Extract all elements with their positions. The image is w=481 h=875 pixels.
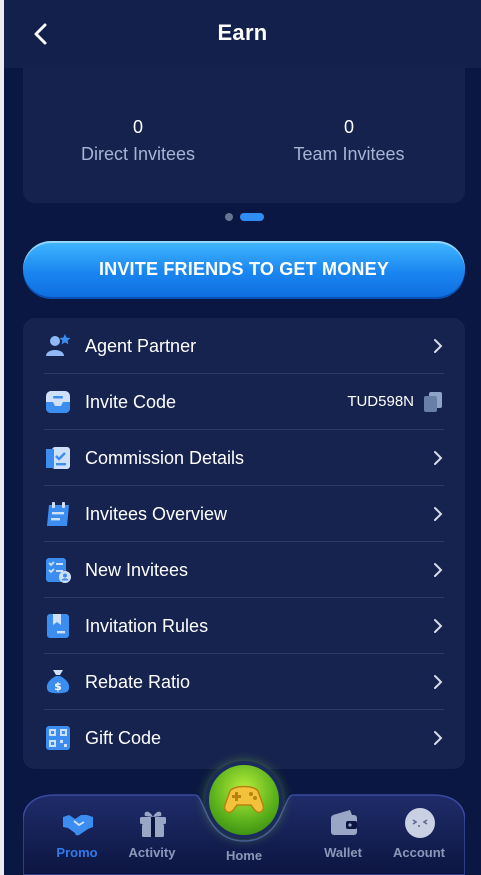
chevron-right-icon bbox=[434, 563, 443, 577]
tab-account[interactable]: Account bbox=[382, 793, 456, 875]
menu-item-label: Invite Code bbox=[85, 392, 177, 412]
commission-icon bbox=[46, 447, 70, 469]
page-title: Earn bbox=[217, 20, 268, 45]
menu-item-gift-code[interactable]: Gift Code bbox=[44, 710, 444, 766]
top-bar: Earn bbox=[4, 0, 481, 68]
team-invitees-count: 0 bbox=[343, 117, 354, 137]
tab-label: Wallet bbox=[324, 845, 362, 860]
carousel-dot-active[interactable] bbox=[240, 213, 264, 221]
gift-icon bbox=[140, 811, 166, 837]
menu-item-agent-partner[interactable]: Agent Partner bbox=[44, 318, 444, 374]
chevron-right-icon bbox=[434, 339, 443, 353]
tab-home[interactable]: Home bbox=[207, 765, 281, 875]
rules-icon bbox=[47, 614, 69, 638]
chevron-right-icon bbox=[434, 731, 443, 745]
team-invitees-label: Team Invitees bbox=[293, 144, 405, 164]
tab-label: Promo bbox=[56, 845, 98, 860]
tab-label: Account bbox=[393, 845, 445, 860]
direct-invitees-count: 0 bbox=[132, 117, 143, 137]
menu-item-label: New Invitees bbox=[85, 560, 189, 580]
copy-icon[interactable] bbox=[422, 390, 444, 414]
app-screen: Earn 0 Direct Invitees 0 Team Invitees I… bbox=[4, 0, 481, 875]
handshake-icon bbox=[63, 815, 93, 836]
menu-item-invite-code[interactable]: Invite Code TUD598N bbox=[44, 374, 444, 430]
chevron-right-icon bbox=[434, 675, 443, 689]
direct-invitees-label: Direct Invitees bbox=[80, 144, 196, 164]
home-button[interactable] bbox=[209, 765, 279, 835]
bottom-tab-bar: Promo Activity Home Wallet Account bbox=[23, 765, 465, 875]
menu-item-label: Gift Code bbox=[85, 728, 162, 748]
menu-item-rebate-ratio[interactable]: $ Rebate Ratio bbox=[44, 654, 444, 710]
tab-wallet[interactable]: Wallet bbox=[306, 793, 380, 875]
tab-promo[interactable]: Promo bbox=[40, 793, 114, 875]
money-bag-icon: $ bbox=[46, 670, 70, 694]
svg-text:$: $ bbox=[54, 680, 62, 693]
menu-item-invitation-rules[interactable]: Invitation Rules bbox=[44, 598, 444, 654]
invite-friends-button[interactable]: INVITE FRIENDS TO GET MONEY bbox=[23, 241, 465, 297]
menu-item-label: Commission Details bbox=[85, 448, 245, 468]
team-invitees-stat: 0 Team Invitees bbox=[259, 116, 439, 168]
wallet-icon bbox=[331, 810, 357, 835]
chevron-right-icon bbox=[434, 507, 443, 521]
qr-code-icon bbox=[46, 726, 70, 750]
avatar-icon bbox=[405, 808, 435, 838]
menu-item-label: Rebate Ratio bbox=[85, 672, 191, 692]
invitee-stats-card: 0 Direct Invitees 0 Team Invitees bbox=[23, 68, 465, 203]
chevron-right-icon bbox=[434, 619, 443, 633]
agent-partner-icon bbox=[46, 334, 71, 356]
menu-item-invitees-overview[interactable]: Invitees Overview bbox=[44, 486, 444, 542]
invite-code-icon bbox=[46, 391, 70, 413]
tab-label: Activity bbox=[128, 845, 176, 860]
gamepad-icon bbox=[223, 785, 265, 813]
promo-menu: Agent Partner Invite Code TUD598N Commis… bbox=[23, 318, 465, 769]
menu-item-label: Agent Partner bbox=[85, 336, 197, 356]
menu-item-label: Invitees Overview bbox=[85, 504, 228, 524]
menu-item-commission-details[interactable]: Commission Details bbox=[44, 430, 444, 486]
menu-item-new-invitees[interactable]: New Invitees bbox=[44, 542, 444, 598]
invite-code-value: TUD598N bbox=[347, 393, 414, 410]
new-invitees-icon bbox=[46, 558, 71, 583]
tab-label: Home bbox=[225, 848, 263, 863]
tab-activity[interactable]: Activity bbox=[115, 793, 189, 875]
chevron-right-icon bbox=[434, 451, 443, 465]
carousel-indicator bbox=[225, 213, 275, 221]
menu-item-label: Invitation Rules bbox=[85, 616, 209, 636]
overview-icon bbox=[47, 502, 69, 526]
carousel-dot[interactable] bbox=[225, 213, 233, 221]
direct-invitees-stat: 0 Direct Invitees bbox=[48, 116, 228, 168]
